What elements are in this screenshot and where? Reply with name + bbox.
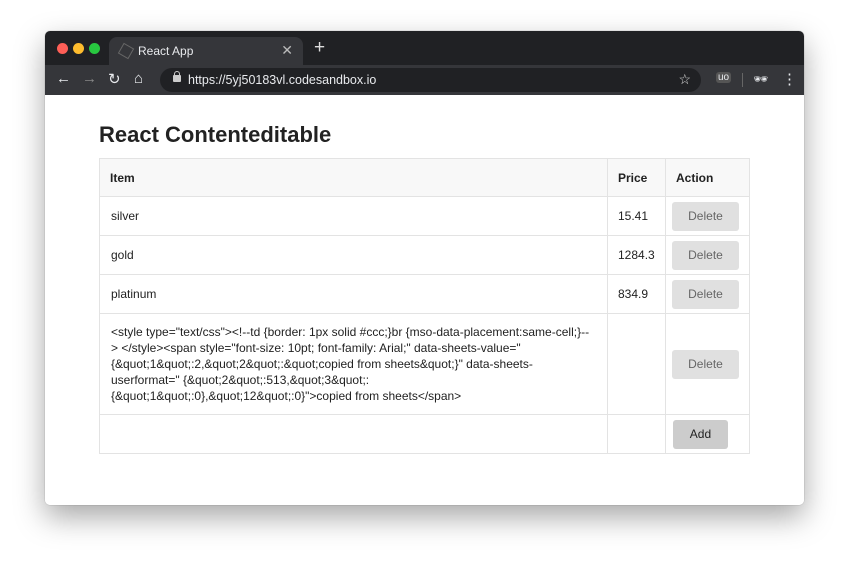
item-cell[interactable]: platinum bbox=[99, 274, 608, 314]
url-text[interactable]: https://5yj50183vl.codesandbox.io bbox=[188, 73, 376, 87]
page-title: React Contenteditable bbox=[99, 122, 332, 147]
table-row: platinum 834.9 Delete bbox=[99, 274, 751, 314]
menu-icon[interactable]: ⋮ bbox=[782, 70, 797, 88]
forward-icon[interactable]: → bbox=[82, 70, 97, 87]
maximize-window-button[interactable] bbox=[89, 43, 100, 54]
page-content: React Contenteditable Item Price Action … bbox=[45, 95, 804, 505]
header-action: Action bbox=[664, 158, 751, 197]
close-window-button[interactable] bbox=[57, 43, 68, 54]
price-cell[interactable]: 15.41 bbox=[607, 196, 666, 236]
add-button[interactable]: Add bbox=[672, 419, 728, 449]
table-row: gold 1284.3 Delete bbox=[99, 235, 751, 275]
item-cell[interactable]: silver bbox=[99, 196, 608, 236]
price-cell[interactable]: 834.9 bbox=[607, 274, 666, 314]
star-icon[interactable]: ☆ bbox=[678, 71, 691, 88]
tab-strip: React App ✕ + bbox=[45, 31, 804, 65]
new-item-cell[interactable] bbox=[99, 414, 608, 454]
table-row: silver 15.41 Delete bbox=[99, 196, 751, 236]
minimize-window-button[interactable] bbox=[73, 43, 84, 54]
toolbar-divider bbox=[742, 73, 743, 87]
add-row: Add bbox=[99, 414, 751, 454]
price-cell[interactable] bbox=[607, 313, 666, 415]
item-cell[interactable]: <style type="text/css"><!--td {border: 1… bbox=[99, 313, 608, 415]
item-cell[interactable]: gold bbox=[99, 235, 608, 275]
ublock-icon[interactable]: uo bbox=[716, 72, 732, 83]
home-icon[interactable]: ⌂ bbox=[134, 70, 143, 87]
table-row: <style type="text/css"><!--td {border: 1… bbox=[99, 313, 751, 415]
price-cell[interactable]: 1284.3 bbox=[607, 235, 666, 275]
codesandbox-icon bbox=[117, 42, 135, 60]
header-price: Price bbox=[607, 158, 666, 197]
reload-icon[interactable]: ↻ bbox=[108, 70, 121, 88]
new-tab-icon[interactable]: + bbox=[314, 37, 325, 59]
delete-button[interactable]: Delete bbox=[671, 279, 739, 309]
delete-button[interactable]: Delete bbox=[671, 240, 739, 270]
items-table: Item Price Action silver 15.41 Delete go… bbox=[99, 158, 751, 454]
new-price-cell[interactable] bbox=[607, 414, 666, 454]
table-header-row: Item Price Action bbox=[99, 158, 751, 197]
incognito-icon[interactable]: 🕶 bbox=[753, 72, 768, 86]
delete-button[interactable]: Delete bbox=[671, 349, 739, 379]
tab-title: React App bbox=[138, 44, 194, 58]
browser-window: React App ✕ + ← → ↻ ⌂ https://5yj50183vl… bbox=[45, 31, 804, 505]
back-icon[interactable]: ← bbox=[56, 70, 71, 87]
browser-tab[interactable]: React App ✕ bbox=[109, 37, 303, 65]
close-tab-icon[interactable]: ✕ bbox=[281, 42, 293, 59]
address-bar[interactable]: https://5yj50183vl.codesandbox.io ☆ bbox=[160, 68, 701, 92]
header-item: Item bbox=[99, 158, 608, 197]
browser-toolbar: ← → ↻ ⌂ https://5yj50183vl.codesandbox.i… bbox=[45, 65, 804, 95]
lock-icon bbox=[173, 71, 181, 82]
delete-button[interactable]: Delete bbox=[671, 201, 739, 231]
